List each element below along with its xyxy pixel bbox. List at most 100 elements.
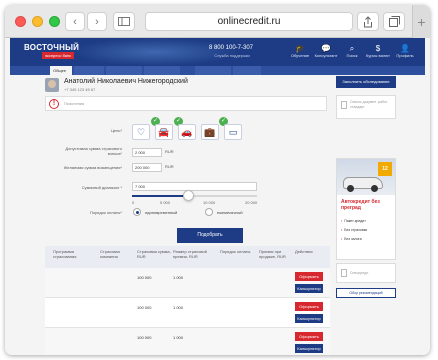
support-phone-label: Служба поддержки	[214, 53, 250, 58]
sidebar-toggle-button[interactable]	[113, 12, 135, 31]
document-icon	[341, 101, 347, 109]
insured-sum-cell: 100 000	[137, 305, 152, 310]
share-button[interactable]	[357, 12, 379, 31]
bank-logo[interactable]: ВОСТОЧНЫЙ	[24, 43, 79, 52]
range-slider-track[interactable]	[132, 195, 257, 197]
ad-bullet: Пакет-кредит	[341, 219, 366, 223]
tab-5[interactable]	[195, 66, 231, 75]
column-header: Порядок оплаты	[220, 249, 251, 254]
car-icon: 🚘	[158, 127, 170, 137]
new-tab-button[interactable]: +	[412, 5, 430, 38]
avatar	[45, 78, 59, 92]
tab-2[interactable]	[74, 66, 104, 75]
tab-4[interactable]	[144, 66, 180, 75]
payment-radio-monthly[interactable]	[205, 208, 213, 216]
premium-cell: 1 000	[173, 335, 184, 340]
range-value-input[interactable]: 7 000	[132, 182, 257, 191]
documents-link[interactable]: Список докумен. работ стандарт	[336, 95, 396, 119]
apply-button[interactable]: Оформить	[295, 272, 323, 281]
ad-badge: 12	[378, 162, 392, 176]
results-table: Программа страхования Страховая компания…	[45, 246, 330, 355]
nav-consultant[interactable]: 💬 Консультант	[312, 44, 340, 58]
calculator-button[interactable]: Калькулятор	[295, 314, 323, 323]
card-icon: ▭	[228, 127, 238, 137]
goal-label: Цель*	[110, 128, 122, 133]
minimize-window-button[interactable]	[32, 16, 43, 27]
bank-logo-sub: экспресс банк	[42, 52, 74, 59]
share-icon	[364, 15, 372, 27]
browser-titlebar: ‹ › onlinecredit.ru +	[5, 5, 430, 38]
document-icon	[341, 269, 347, 277]
column-header: Премия при продаже, RUR	[259, 249, 286, 259]
search-icon: ⌕	[349, 44, 355, 53]
table-row: 100 000 1 000 Оформить Калькулятор	[45, 268, 330, 298]
chevron-left-icon: ‹	[73, 15, 77, 28]
nav-profile[interactable]: 👤 Профиль	[391, 44, 419, 58]
tabs-overview-button[interactable]	[383, 12, 405, 31]
nav-search[interactable]: ⌕ Поиск	[338, 44, 366, 58]
goal-option-briefcase[interactable]: 💼	[201, 124, 219, 140]
site-header: ВОСТОЧНЫЙ экспресс банк 8 800 100-7-307 …	[10, 38, 425, 66]
back-button[interactable]: ‹	[65, 12, 85, 31]
apply-button[interactable]: Оформить	[295, 302, 323, 311]
wheel-icon	[347, 185, 354, 192]
page-viewport: ВОСТОЧНЫЙ экспресс банк 8 800 100-7-307 …	[5, 38, 430, 355]
column-header: Размер страховой премии, RUR	[173, 249, 207, 259]
range-slider-fill	[132, 195, 189, 197]
heart-icon: ♡	[136, 127, 146, 137]
fill-survey-button[interactable]: Заполнить обследование	[336, 76, 396, 88]
ad-image: 12	[337, 159, 395, 195]
payment-radio-single[interactable]	[133, 208, 141, 216]
range-label: Суммовой диапазон *	[81, 185, 122, 190]
range-tick: 10 000	[203, 200, 216, 205]
payment-option-single: единовременный	[145, 210, 178, 215]
calculator-button[interactable]: Калькулятор	[295, 344, 323, 353]
car-front-icon: 🚗	[181, 127, 193, 137]
premium-cell: 1 000	[173, 305, 184, 310]
payment-option-monthly: ежемесячный	[217, 210, 243, 215]
address-bar[interactable]: onlinecredit.ru	[145, 12, 353, 31]
payment-label: Порядок оплаты*	[90, 210, 122, 215]
goal-option-car[interactable]: 🚘	[155, 124, 173, 140]
nav-currency[interactable]: $ Курсы валют	[364, 44, 392, 58]
table-row: 100 000 1 000 Оформить Калькулятор	[45, 298, 330, 328]
table-body: 100 000 1 000 Оформить Калькулятор 100 0…	[45, 268, 330, 355]
premium-amount-input[interactable]: 2 000	[132, 148, 162, 157]
tab-6[interactable]	[233, 66, 261, 75]
insured-sum-cell: 100 000	[137, 335, 152, 340]
close-window-button[interactable]	[15, 16, 26, 27]
compensation-input[interactable]: 200 000	[132, 163, 162, 172]
premium-amount-unit: RUR	[165, 149, 174, 154]
nav-learning[interactable]: 🎓 Обучение	[286, 44, 314, 58]
compensation-label: Желаемая сумма возмещения*	[63, 165, 122, 170]
range-tick: 20 000	[245, 200, 258, 205]
tab-general[interactable]: Общее	[50, 66, 72, 75]
ad-title: Автокредит без преград	[341, 199, 380, 211]
range-slider-handle[interactable]	[183, 190, 195, 201]
goal-option-card[interactable]: ▭	[224, 124, 242, 140]
client-name: Анатолий Николаевич Нижегородский	[64, 78, 188, 85]
sidebar-icon	[118, 17, 130, 26]
client-card: Анатолий Николаевич Нижегородский +7 345…	[45, 76, 330, 94]
range-tick: 5 000	[160, 200, 171, 205]
range-tick: 0	[132, 200, 135, 205]
currency-icon: $	[375, 44, 381, 53]
recommendations-button[interactable]: Обор рекомендаций	[336, 288, 396, 298]
find-button[interactable]: Подобрать	[177, 228, 243, 243]
column-header: Программа страхования	[53, 249, 77, 259]
calculator-button[interactable]: Калькулятор	[295, 284, 323, 293]
table-header: Программа страхования Страховая компания…	[45, 246, 330, 268]
auto-credit-ad[interactable]: 12 Автокредит без преград Пакет-кредит Б…	[336, 158, 396, 260]
forward-button[interactable]: ›	[87, 12, 107, 31]
maximize-window-button[interactable]	[49, 16, 60, 27]
special-offers-link[interactable]: Спецпредл.	[336, 263, 396, 283]
goal-option-heart[interactable]: ♡	[132, 124, 150, 140]
documents-text: Список докумен. работ стандарт	[350, 100, 388, 109]
user-icon: 👤	[400, 44, 410, 53]
apply-button[interactable]: Оформить	[295, 332, 323, 341]
special-offers-text: Спецпредл.	[350, 271, 370, 275]
insured-sum-cell: 100 000	[137, 275, 152, 280]
column-header: Страховая компания	[100, 249, 120, 259]
goal-option-car-front[interactable]: 🚗	[178, 124, 196, 140]
tab-3[interactable]	[106, 66, 142, 75]
